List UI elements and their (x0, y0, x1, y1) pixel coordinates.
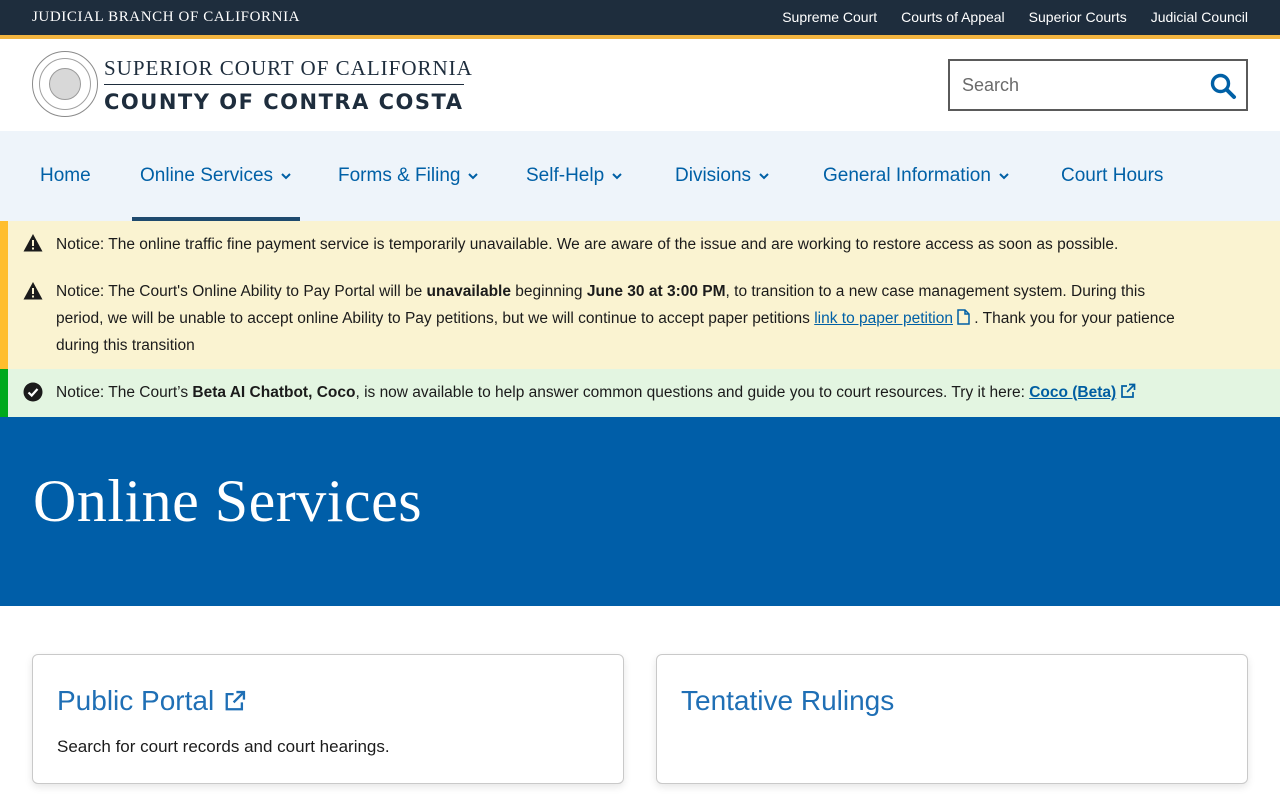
tentative-rulings-title: Tentative Rulings (681, 685, 895, 716)
search-input[interactable] (962, 73, 1202, 97)
court-seal-logo[interactable] (32, 51, 98, 117)
search-button[interactable] (1208, 71, 1238, 101)
paper-petition-link[interactable]: link to paper petition (814, 309, 970, 327)
nav-general-information-label: General Information (823, 165, 991, 186)
page-title: Online Services (33, 468, 423, 534)
warning-icon (23, 234, 43, 252)
courts-of-appeal-link[interactable]: Courts of Appeal (901, 9, 1005, 25)
notice-traffic-fine: Notice: The online traffic fine payment … (56, 236, 1119, 253)
external-link-icon (225, 690, 246, 711)
nav-divisions[interactable]: Divisions (675, 131, 770, 221)
info-notice-banner: Notice: The Court’s Beta AI Chatbot, Coc… (0, 369, 1280, 417)
coco-beta-link[interactable]: Coco (Beta) (1029, 383, 1136, 401)
chevron-down-icon (612, 173, 622, 180)
nav-court-hours[interactable]: Court Hours (1061, 131, 1163, 221)
nav-forms-filing-label: Forms & Filing (338, 165, 461, 186)
judicial-branch-label: JUDICIAL BRANCH OF CALIFORNIA (32, 9, 301, 25)
public-portal-description: Search for court records and court heari… (57, 737, 390, 756)
notice-chatbot-strong: Beta AI Chatbot, Coco (192, 384, 356, 401)
public-portal-link[interactable]: Public Portal (57, 685, 246, 717)
tentative-rulings-card[interactable]: Tentative Rulings (656, 654, 1248, 784)
notice-chatbot-text2: , is now available to help answer common… (355, 384, 1030, 401)
court-name-line1: SUPERIOR COURT OF CALIFORNIA (104, 56, 473, 80)
nav-court-hours-label: Court Hours (1061, 165, 1164, 186)
nav-online-services[interactable]: Online Services (131, 131, 301, 221)
tentative-rulings-link[interactable]: Tentative Rulings (681, 685, 894, 717)
judicial-council-link[interactable]: Judicial Council (1151, 9, 1248, 25)
nav-online-services-label: Online Services (140, 165, 274, 186)
warning-notice-banner: Notice: The online traffic fine payment … (0, 221, 1280, 369)
nav-self-help[interactable]: Self-Help (526, 131, 623, 221)
chevron-down-icon (759, 173, 769, 180)
utility-bar: JUDICIAL BRANCH OF CALIFORNIA Supreme Co… (0, 0, 1280, 35)
document-icon (957, 309, 970, 325)
nav-forms-filing[interactable]: Forms & Filing (338, 131, 479, 221)
page-hero: Online Services (0, 417, 1280, 606)
search-box (948, 59, 1248, 111)
notice-unavailable-strong: unavailable (426, 283, 511, 300)
seal-emblem (49, 68, 81, 100)
site-header: SUPERIOR COURT OF CALIFORNIA COUNTY OF C… (0, 39, 1280, 131)
notice-chatbot: Notice: The Court’s Beta AI Chatbot, Coc… (56, 379, 1196, 406)
superior-courts-link[interactable]: Superior Courts (1029, 9, 1127, 25)
utility-links: Supreme Court Courts of Appeal Superior … (782, 9, 1248, 25)
nav-home[interactable]: Home (40, 131, 91, 221)
main-nav: Home Online Services Forms & Filing Self… (0, 131, 1280, 221)
external-link-icon (1121, 383, 1136, 398)
nav-self-help-label: Self-Help (526, 165, 605, 186)
public-portal-title: Public Portal (57, 685, 215, 716)
warning-icon (23, 282, 43, 300)
nav-home-label: Home (40, 165, 91, 186)
court-name-rule (104, 84, 464, 85)
nav-general-information[interactable]: General Information (823, 131, 1010, 221)
nav-divisions-label: Divisions (675, 165, 752, 186)
paper-petition-link-label: link to paper petition (814, 310, 953, 327)
search-icon (1210, 73, 1236, 99)
public-portal-card[interactable]: Public Portal Search for court records a… (32, 654, 624, 784)
notice-date-strong: June 30 at 3:00 PM (586, 283, 726, 300)
chevron-down-icon (999, 173, 1009, 180)
notice-ability-to-pay: Notice: The Court's Online Ability to Pa… (56, 278, 1196, 359)
notice-chatbot-text1: Notice: The Court’s (56, 384, 193, 401)
notice-ability-to-pay-text2: beginning (510, 283, 587, 300)
court-name-logo[interactable]: SUPERIOR COURT OF CALIFORNIA COUNTY OF C… (104, 56, 473, 114)
notice-ability-to-pay-text1: Notice: The Court's Online Ability to Pa… (56, 283, 427, 300)
check-circle-icon (23, 382, 43, 402)
supreme-court-link[interactable]: Supreme Court (782, 9, 877, 25)
court-name-line2: COUNTY OF CONTRA COSTA (104, 90, 464, 114)
coco-beta-link-label: Coco (Beta) (1029, 384, 1117, 401)
chevron-down-icon (468, 173, 479, 180)
chevron-down-icon (281, 173, 291, 180)
